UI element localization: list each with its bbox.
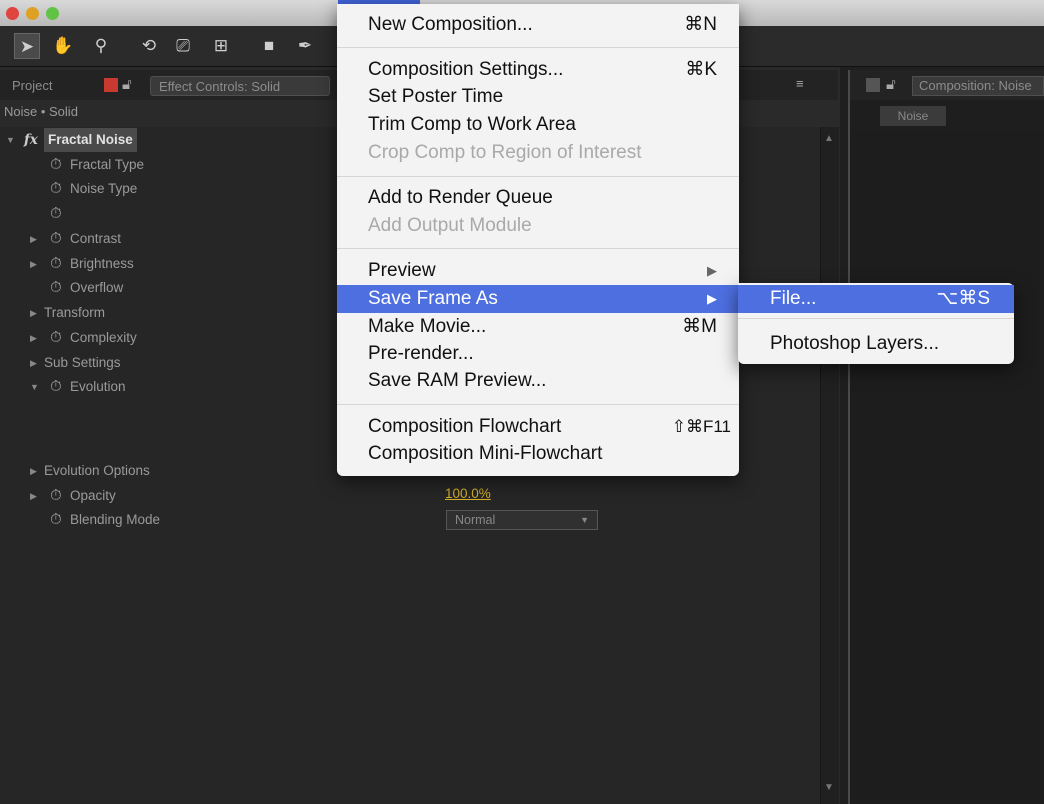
menu-separator xyxy=(738,318,1014,319)
menu-item-save-frame-as[interactable]: Save Frame As ▶ xyxy=(337,285,739,313)
pan-behind-tool-icon[interactable]: ⊞ xyxy=(208,33,234,59)
property-label: Evolution Options xyxy=(44,463,150,478)
minimize-window-button[interactable] xyxy=(26,7,39,20)
stopwatch-icon[interactable]: ⏱︎ xyxy=(50,276,62,300)
property-label: Brightness xyxy=(70,256,134,271)
camera-tool-icon[interactable]: ⎚ xyxy=(170,33,196,59)
submenu-arrow-icon: ▶ xyxy=(707,263,717,278)
expand-triangle-icon[interactable]: ▶ xyxy=(30,484,37,508)
expand-triangle-icon[interactable]: ▶ xyxy=(30,301,37,325)
close-tab-icon[interactable] xyxy=(866,78,880,92)
scroll-up-icon[interactable]: ▲ xyxy=(824,133,834,144)
zoom-tool-icon[interactable]: ⚲ xyxy=(88,33,114,59)
menu-item-save-ram-preview[interactable]: Save RAM Preview... xyxy=(337,367,739,395)
menu-item-set-poster-time[interactable]: Set Poster Time xyxy=(337,83,739,111)
stopwatch-icon[interactable]: ⏱︎ xyxy=(50,375,62,399)
stopwatch-icon[interactable]: ⏱︎ xyxy=(50,177,62,201)
expand-triangle-icon[interactable]: ▶ xyxy=(30,459,37,483)
opacity-value[interactable]: 100.0% xyxy=(445,486,491,501)
expand-triangle-icon[interactable]: ▶ xyxy=(30,326,37,350)
tab-composition[interactable]: Composition: Noise xyxy=(912,76,1044,96)
submenu-item-file[interactable]: File... ⌥⌘S xyxy=(738,285,1014,313)
rotation-tool-icon[interactable]: ⟲ xyxy=(136,33,162,59)
selection-tool-icon[interactable]: ➤ xyxy=(14,33,40,59)
lock-icon[interactable]: 🔓︎ xyxy=(886,76,896,93)
property-label: Contrast xyxy=(70,231,122,246)
tab-project[interactable]: Project xyxy=(4,76,60,96)
stopwatch-icon[interactable]: ⏱︎ xyxy=(50,153,62,177)
stopwatch-icon[interactable]: ⏱︎ xyxy=(50,484,62,508)
submenu-item-photoshop-layers[interactable]: Photoshop Layers... xyxy=(738,330,1014,358)
panel-menu-icon[interactable]: ≡ xyxy=(796,76,804,91)
expand-triangle-icon[interactable]: ▶ xyxy=(30,227,37,251)
property-label: Sub Settings xyxy=(44,355,121,370)
property-label: Blending Mode xyxy=(70,512,161,527)
panel-scrollbar[interactable] xyxy=(820,127,839,804)
effect-name[interactable]: Fractal Noise xyxy=(44,128,137,152)
property-row[interactable]: ▶ ⏱︎ Opacity xyxy=(0,484,820,508)
property-row[interactable]: ⏱︎ Blending Mode xyxy=(0,508,820,532)
menu-separator xyxy=(337,248,739,249)
menu-item-composition-settings[interactable]: Composition Settings... ⌘K xyxy=(337,56,739,84)
chevron-down-icon: ▼ xyxy=(580,515,589,525)
menu-item-preview[interactable]: Preview ▶ xyxy=(337,257,739,285)
composition-noise-tab[interactable]: Noise xyxy=(880,106,946,126)
lock-icon[interactable]: 🔓︎ xyxy=(122,76,132,93)
expand-triangle-icon[interactable]: ▼ xyxy=(30,375,39,399)
stopwatch-icon[interactable]: ⏱︎ xyxy=(50,252,62,276)
menu-separator xyxy=(337,404,739,405)
close-window-button[interactable] xyxy=(6,7,19,20)
property-label: Complexity xyxy=(70,330,137,345)
menu-item-add-to-render-queue[interactable]: Add to Render Queue xyxy=(337,184,739,212)
property-label: Fractal Type xyxy=(70,157,145,172)
menu-item-new-composition[interactable]: New Composition... ⌘N xyxy=(337,11,739,39)
property-label: Evolution xyxy=(70,379,126,394)
property-label: Opacity xyxy=(70,488,116,503)
property-label: Overflow xyxy=(70,280,124,295)
menu-item-composition-mini-flowchart[interactable]: Composition Mini-Flowchart xyxy=(337,440,739,468)
expand-triangle-icon[interactable]: ▶ xyxy=(30,252,37,276)
stopwatch-icon[interactable]: ⏱︎ xyxy=(50,508,62,532)
pen-tool-icon[interactable]: ✒ xyxy=(292,33,318,59)
rectangle-tool-icon[interactable]: ■ xyxy=(256,33,282,59)
scroll-down-icon[interactable]: ▼ xyxy=(824,782,834,793)
blending-mode-select[interactable]: Normal ▼ xyxy=(446,510,598,530)
property-label: Transform xyxy=(44,305,106,320)
menu-item-crop-comp: Crop Comp to Region of Interest xyxy=(368,142,642,163)
expand-triangle-icon[interactable]: ▼ xyxy=(6,128,15,152)
menu-separator xyxy=(337,176,739,177)
fx-icon[interactable]: fx xyxy=(24,128,38,152)
expand-triangle-icon[interactable]: ▶ xyxy=(30,351,37,375)
zoom-window-button[interactable] xyxy=(46,7,59,20)
tab-effect-controls[interactable]: Effect Controls: Solid xyxy=(150,76,330,96)
menu-item-add-output-module: Add Output Module xyxy=(368,215,532,236)
menu-item-make-movie[interactable]: Make Movie... ⌘M xyxy=(337,313,739,341)
stopwatch-icon[interactable]: ⏱︎ xyxy=(50,202,62,226)
stopwatch-icon[interactable]: ⏱︎ xyxy=(50,326,62,350)
menu-item-trim-comp[interactable]: Trim Comp to Work Area xyxy=(337,111,739,139)
property-label: Noise Type xyxy=(70,181,138,196)
blending-mode-value: Normal xyxy=(455,513,496,527)
menu-item-pre-render[interactable]: Pre-render... xyxy=(337,340,739,368)
menu-item-composition-flowchart[interactable]: Composition Flowchart ⇧⌘F11 xyxy=(337,413,739,441)
close-tab-icon[interactable] xyxy=(104,78,118,92)
hand-tool-icon[interactable]: ✋ xyxy=(50,33,76,59)
stopwatch-icon[interactable]: ⏱︎ xyxy=(50,227,62,251)
menu-separator xyxy=(337,47,739,48)
breadcrumb: Noise • Solid xyxy=(4,104,78,119)
composition-viewer[interactable] xyxy=(850,130,1044,804)
submenu-arrow-icon: ▶ xyxy=(707,291,717,306)
